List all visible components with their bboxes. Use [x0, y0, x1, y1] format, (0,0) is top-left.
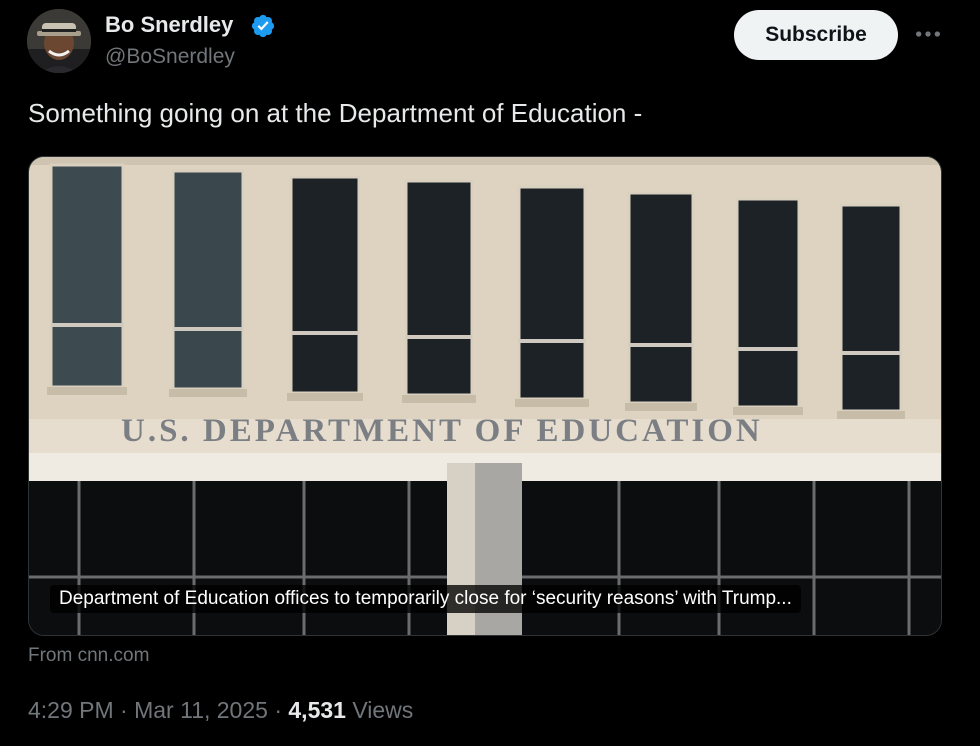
avatar[interactable]	[27, 9, 91, 73]
tweet-meta: 4:29 PM · Mar 11, 2025 · 4,531 Views	[28, 697, 413, 724]
subscribe-button[interactable]: Subscribe	[734, 10, 898, 60]
card-image: U.S. DEPARTMENT OF EDUCATION	[29, 157, 941, 635]
link-card[interactable]: U.S. DEPARTMENT OF EDUCATION Department …	[28, 156, 942, 636]
views-count: 4,531	[288, 697, 346, 723]
card-headline[interactable]: Department of Education offices to tempo…	[50, 585, 801, 613]
ellipsis-icon[interactable]	[912, 18, 944, 50]
sign-text: U.S. DEPARTMENT OF EDUCATION	[121, 413, 763, 449]
tweet-date[interactable]: Mar 11, 2025	[134, 697, 268, 723]
views-label: Views	[352, 697, 414, 723]
author-handle[interactable]: @BoSnerdley	[105, 45, 235, 69]
tweet-time[interactable]: 4:29 PM	[28, 697, 114, 723]
verified-badge-icon	[251, 14, 275, 38]
card-source[interactable]: From cnn.com	[28, 645, 149, 667]
meta-separator: ·	[120, 697, 128, 723]
avatar-image	[27, 9, 91, 73]
meta-separator: ·	[274, 697, 282, 723]
tweet-text: Something going on at the Department of …	[28, 98, 643, 128]
author-display-name[interactable]: Bo Snerdley	[105, 12, 233, 38]
